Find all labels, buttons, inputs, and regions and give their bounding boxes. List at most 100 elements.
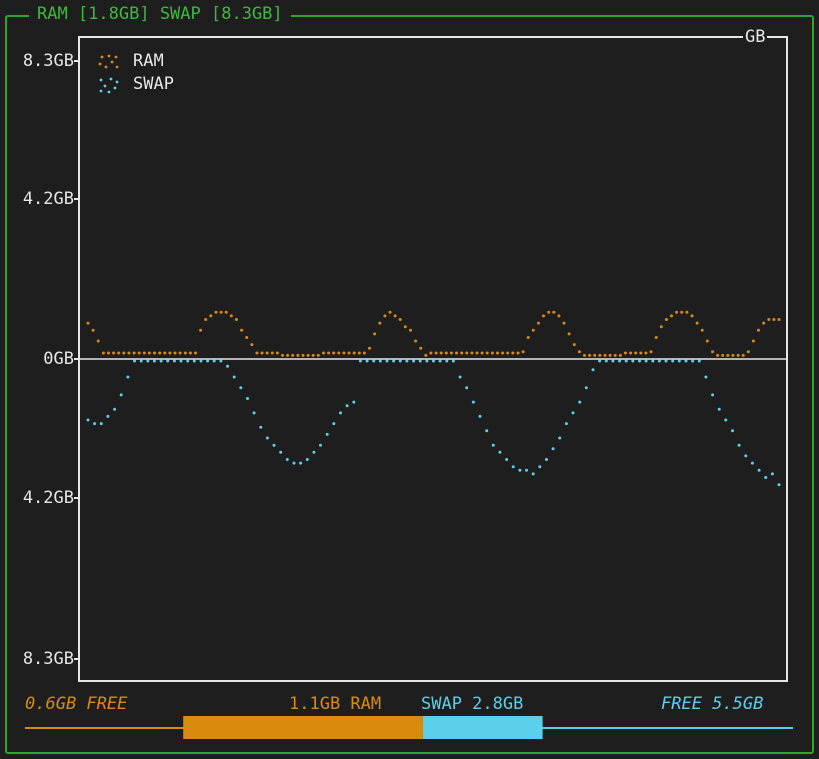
ram-data-point xyxy=(583,353,586,357)
ram-data-point xyxy=(96,339,100,343)
swap-data-point xyxy=(319,443,322,447)
ram-data-point xyxy=(173,351,177,355)
ram-data-point xyxy=(424,353,428,357)
ram-data-point xyxy=(199,328,203,332)
ram-data-point xyxy=(255,351,259,355)
ram-data-point xyxy=(311,353,315,357)
ram-data-point xyxy=(593,353,597,357)
ram-data-point xyxy=(670,314,673,318)
ram-data-point xyxy=(490,351,494,355)
ram-data-point xyxy=(168,351,172,355)
swap-data-point xyxy=(571,411,575,415)
ram-data-point xyxy=(536,321,540,325)
swap-data-point xyxy=(119,393,123,397)
swap-data-point xyxy=(757,468,761,472)
legend-label-ram: RAM xyxy=(133,51,164,71)
swap-data-point xyxy=(259,425,263,429)
ram-data-point xyxy=(695,321,699,325)
swap-used-label: SWAP 2.8GB xyxy=(421,694,524,714)
ram-data-point xyxy=(506,351,510,355)
ram-data-point xyxy=(224,310,228,314)
swap-data-point xyxy=(750,461,754,465)
swap-data-point xyxy=(458,375,462,379)
swap-data-point xyxy=(325,432,329,436)
swap-data-point xyxy=(531,472,535,476)
ram-usage-bar xyxy=(183,716,423,739)
ram-data-point xyxy=(480,351,484,355)
ram-data-point xyxy=(746,350,750,354)
swap-data-point xyxy=(764,476,768,479)
swap-data-point xyxy=(717,407,721,411)
ram-data-point xyxy=(91,328,95,332)
ram-data-point xyxy=(362,351,366,355)
swap-data-point xyxy=(684,359,688,363)
ram-data-point xyxy=(240,328,244,332)
swap-data-point xyxy=(770,472,774,476)
swap-data-point xyxy=(106,414,110,418)
swap-data-point xyxy=(206,359,210,363)
swap-data-point xyxy=(498,450,502,454)
ram-data-point xyxy=(403,325,407,329)
swap-data-point xyxy=(611,359,615,363)
ram-data-point xyxy=(588,353,592,357)
ram-data-point xyxy=(219,310,223,314)
ram-data-point xyxy=(629,351,633,355)
ram-data-point xyxy=(741,353,745,357)
ram-data-point xyxy=(526,336,530,339)
ram-data-point xyxy=(398,318,402,321)
swap-data-point xyxy=(471,400,475,404)
ram-data-point xyxy=(680,310,684,314)
ram-data-point xyxy=(147,351,151,355)
swap-data-point xyxy=(564,422,568,426)
swap-data-point xyxy=(445,359,449,363)
ram-data-point xyxy=(449,351,453,355)
ram-data-point xyxy=(557,314,561,318)
swap-data-point xyxy=(113,407,117,411)
swap-data-point xyxy=(558,436,562,440)
ram-data-point xyxy=(736,353,740,357)
y-tick-label: 4.2GB xyxy=(22,189,74,209)
swap-data-point xyxy=(239,386,243,390)
ram-data-point xyxy=(163,351,167,355)
series-dots xyxy=(80,310,786,487)
ram-data-point xyxy=(286,353,290,357)
swap-data-point xyxy=(299,461,303,465)
free-ram-label: 0.6GB FREE xyxy=(25,694,128,714)
ram-data-point xyxy=(465,351,469,355)
ram-data-point xyxy=(337,351,341,355)
swap-data-point xyxy=(578,400,582,404)
swap-data-point xyxy=(598,359,602,363)
ram-data-point xyxy=(511,351,515,355)
y-tick-label: 0GB xyxy=(43,349,74,369)
ram-data-point xyxy=(475,351,479,355)
swap-data-point xyxy=(671,359,675,363)
swap-data-point xyxy=(186,359,190,363)
ram-data-point xyxy=(229,314,233,318)
ram-data-point xyxy=(603,353,607,357)
ram-data-point xyxy=(214,310,218,314)
swap-data-point xyxy=(133,359,136,363)
swap-data-point xyxy=(139,359,143,363)
ram-data-point xyxy=(112,351,116,355)
ram-data-point xyxy=(552,310,556,314)
swap-data-point xyxy=(744,454,748,458)
swap-data-point xyxy=(372,359,376,363)
swap-data-point xyxy=(332,422,336,426)
swap-data-point xyxy=(392,359,396,363)
ram-data-point xyxy=(757,328,760,332)
ram-data-point xyxy=(444,351,448,355)
ram-data-point xyxy=(634,351,638,355)
ram-data-point xyxy=(439,351,443,355)
swap-data-point xyxy=(731,429,734,433)
ram-data-point xyxy=(608,353,612,357)
swap-data-point xyxy=(704,375,708,379)
ram-data-point xyxy=(373,332,377,336)
swap-data-point xyxy=(505,458,509,461)
ram-data-point xyxy=(378,321,382,325)
swap-data-point xyxy=(199,359,203,363)
ram-data-point xyxy=(393,314,397,318)
free-swap-label: FREE 5.5GB xyxy=(661,694,764,714)
swap-data-point xyxy=(638,359,641,363)
swap-data-point xyxy=(664,359,668,363)
swap-data-point xyxy=(651,359,655,363)
